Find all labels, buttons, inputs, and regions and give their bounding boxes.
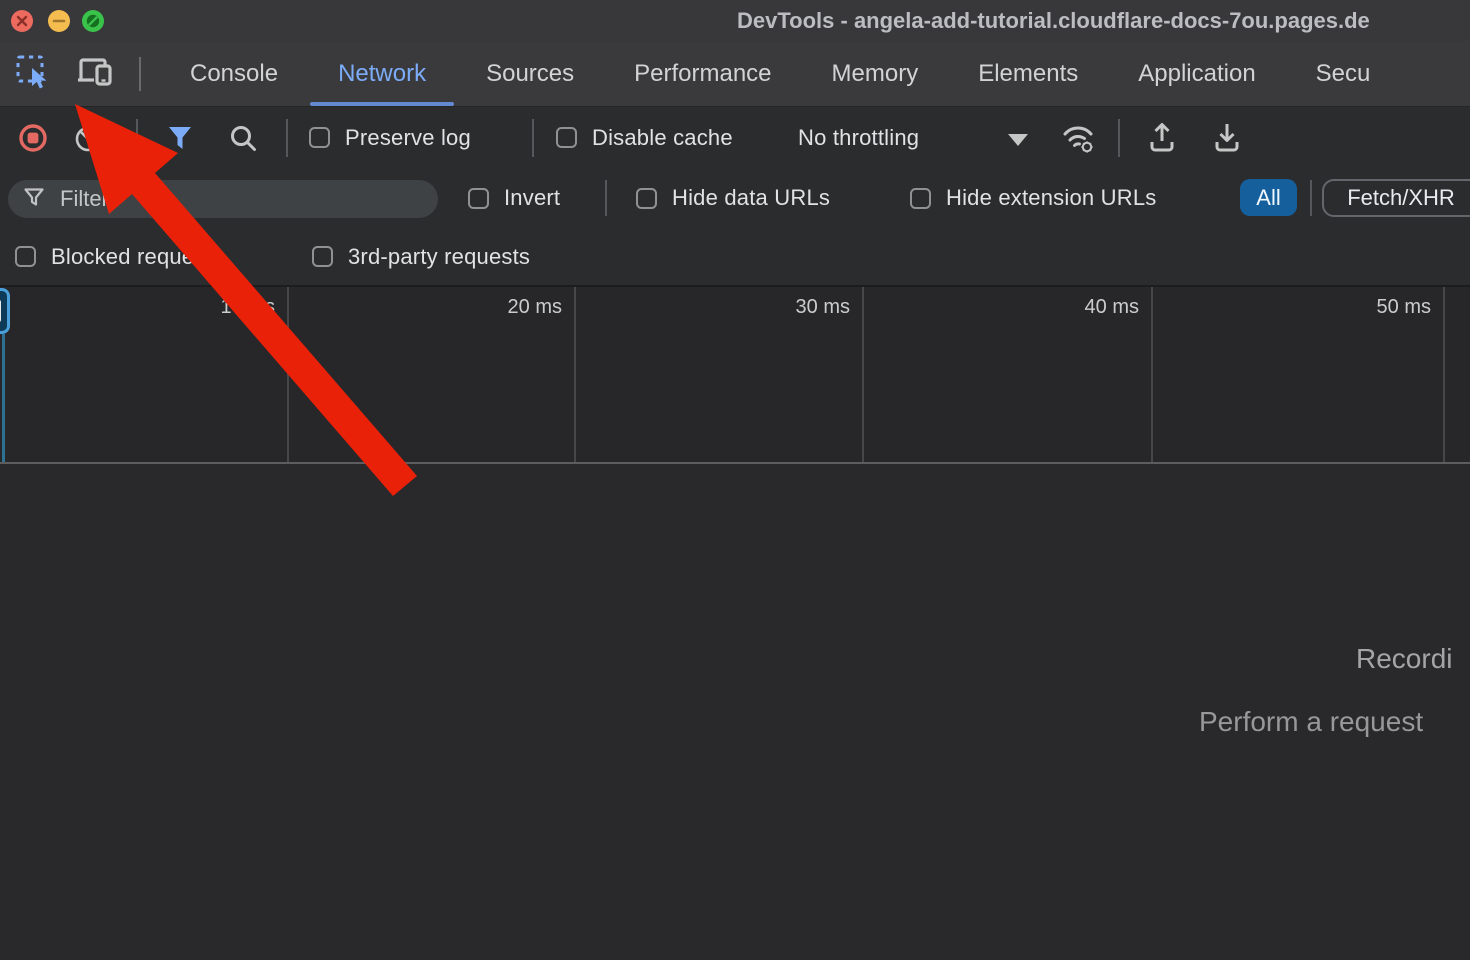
invert-checkbox[interactable] <box>468 188 489 209</box>
empty-state-hint-text: Perform a request <box>1199 706 1423 738</box>
divider <box>1310 180 1312 216</box>
gridline <box>287 287 289 462</box>
titlebar: DevTools - angela-add-tutorial.cloudflar… <box>0 0 1470 41</box>
inspect-cursor-icon <box>14 53 52 96</box>
gridline <box>574 287 576 462</box>
third-party-requests-checkbox[interactable] <box>312 246 333 267</box>
network-toolbar: Preserve log Disable cache No throttling <box>0 107 1470 168</box>
ruler-tick-label: 30 ms <box>702 296 850 319</box>
import-har-button[interactable] <box>1146 120 1178 159</box>
divider <box>286 119 288 157</box>
filter-input[interactable] <box>58 185 424 213</box>
wifi-gear-icon <box>1058 119 1100 162</box>
throttling-value: No throttling <box>798 125 919 151</box>
invert-control: Invert <box>468 168 560 228</box>
disable-cache-control: Disable cache <box>556 107 733 168</box>
divider <box>1118 119 1120 157</box>
divider <box>605 180 607 216</box>
gridline <box>1443 287 1445 462</box>
request-type-chip-fetch-xhr[interactable]: Fetch/XHR <box>1322 179 1470 217</box>
hide-data-urls-control: Hide data URLs <box>636 168 830 228</box>
inspect-element-button[interactable] <box>13 54 53 94</box>
ruler-tick-label: 40 ms <box>991 296 1139 319</box>
search-button[interactable] <box>228 123 258 158</box>
devtools-window: DevTools - angela-add-tutorial.cloudflar… <box>0 0 1470 960</box>
blocked-requests-control: Blocked requests <box>15 228 223 285</box>
timeline-origin-line <box>2 334 5 462</box>
panel-tabs: Console Network Sources Performance Memo… <box>160 41 1400 107</box>
divider <box>532 119 534 157</box>
third-party-requests-label: 3rd-party requests <box>348 244 530 270</box>
divider <box>139 57 141 91</box>
disable-cache-checkbox[interactable] <box>556 127 577 148</box>
hide-extension-urls-label: Hide extension URLs <box>946 185 1156 211</box>
filter-input-wrapper <box>8 180 438 218</box>
chevron-down-icon[interactable] <box>1008 134 1028 146</box>
funnel-icon <box>22 185 46 214</box>
blocked-requests-checkbox[interactable] <box>15 246 36 267</box>
network-conditions-button[interactable] <box>1058 119 1100 162</box>
window-close-button[interactable] <box>11 10 33 32</box>
download-icon <box>1211 120 1243 159</box>
gridline <box>862 287 864 462</box>
hide-extension-urls-checkbox[interactable] <box>910 188 931 209</box>
upload-icon <box>1146 120 1178 159</box>
tab-security[interactable]: Secu <box>1286 41 1401 107</box>
ruler-tick-label: 50 ms <box>1283 296 1431 319</box>
preserve-log-control: Preserve log <box>309 107 471 168</box>
divider <box>136 119 138 157</box>
tab-sources[interactable]: Sources <box>456 41 604 107</box>
tab-console[interactable]: Console <box>160 41 308 107</box>
tab-memory[interactable]: Memory <box>802 41 949 107</box>
stop-record-icon <box>18 123 48 158</box>
hide-extension-urls-control: Hide extension URLs <box>910 168 1156 228</box>
preserve-log-checkbox[interactable] <box>309 127 330 148</box>
network-overview-ruler[interactable]: 10 ms 20 ms 30 ms 40 ms 50 ms <box>0 286 1470 464</box>
request-type-chip-all[interactable]: All <box>1240 179 1297 216</box>
invert-label: Invert <box>504 185 560 211</box>
network-filter-bar: Invert Hide data URLs Hide extension URL… <box>0 168 1470 228</box>
funnel-icon <box>165 123 195 158</box>
gridline <box>1151 287 1153 462</box>
record-network-log-button[interactable] <box>18 123 48 158</box>
tab-performance[interactable]: Performance <box>604 41 801 107</box>
clear-network-log-button[interactable] <box>74 125 102 158</box>
filter-toggle-button[interactable] <box>165 123 195 158</box>
disable-cache-label: Disable cache <box>592 125 733 151</box>
hide-data-urls-label: Hide data URLs <box>672 185 830 211</box>
timeline-origin-marker <box>0 288 10 334</box>
blocked-requests-label: Blocked requests <box>51 244 223 270</box>
search-icon <box>228 123 258 158</box>
export-har-button[interactable] <box>1211 120 1243 159</box>
window-title: DevTools - angela-add-tutorial.cloudflar… <box>737 0 1370 41</box>
devtools-tab-bar: Console Network Sources Performance Memo… <box>0 41 1470 107</box>
preserve-log-label: Preserve log <box>345 125 471 151</box>
toggle-device-toolbar-button[interactable] <box>75 54 115 94</box>
recording-status-text: Recordi <box>1356 643 1452 675</box>
clear-icon <box>74 125 102 158</box>
hide-data-urls-checkbox[interactable] <box>636 188 657 209</box>
tab-elements[interactable]: Elements <box>948 41 1108 107</box>
ruler-tick-label: 20 ms <box>414 296 562 319</box>
tab-network[interactable]: Network <box>308 41 456 107</box>
throttling-dropdown[interactable]: No throttling <box>798 107 919 168</box>
window-minimize-button[interactable] <box>48 10 70 32</box>
ruler-tick-label: 10 ms <box>127 296 275 319</box>
third-party-requests-control: 3rd-party requests <box>312 228 530 285</box>
window-zoom-button[interactable] <box>82 10 104 32</box>
tab-application[interactable]: Application <box>1108 41 1285 107</box>
device-toolbar-icon <box>75 53 115 96</box>
request-blocking-bar: Blocked requests 3rd-party requests <box>0 228 1470 286</box>
